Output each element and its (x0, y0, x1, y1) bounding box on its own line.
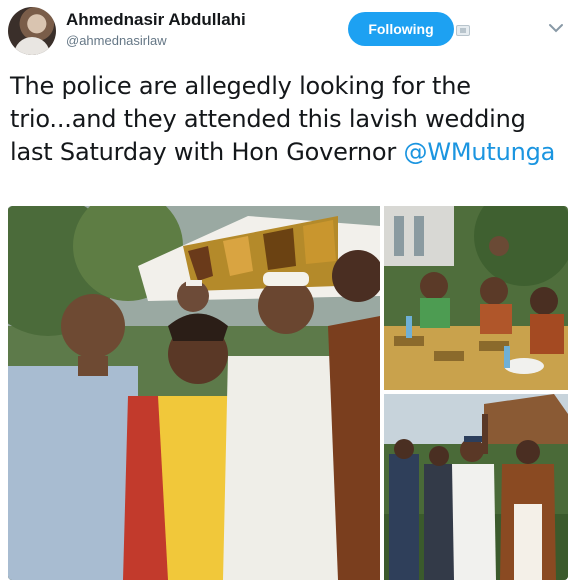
wedding-group-photo[interactable] (8, 206, 380, 580)
author-name[interactable]: Ahmednasir Abdullahi (66, 10, 246, 30)
following-button[interactable]: Following (348, 12, 454, 46)
tweet-header: Ahmednasir Abdullahi @ahmednasirlaw Foll… (0, 0, 572, 60)
chevron-down-icon[interactable] (548, 20, 564, 36)
notification-bell-icon[interactable] (456, 25, 470, 36)
mention-link[interactable]: @WMutunga (404, 138, 556, 166)
wedding-dining-table-photo[interactable] (384, 206, 568, 390)
tweet-media (8, 206, 568, 580)
author-avatar[interactable] (8, 7, 56, 55)
wedding-guests-outdoor-photo[interactable] (384, 394, 568, 580)
tweet-text: The police are allegedly looking for the… (10, 70, 564, 169)
author-handle[interactable]: @ahmednasirlaw (66, 33, 167, 48)
